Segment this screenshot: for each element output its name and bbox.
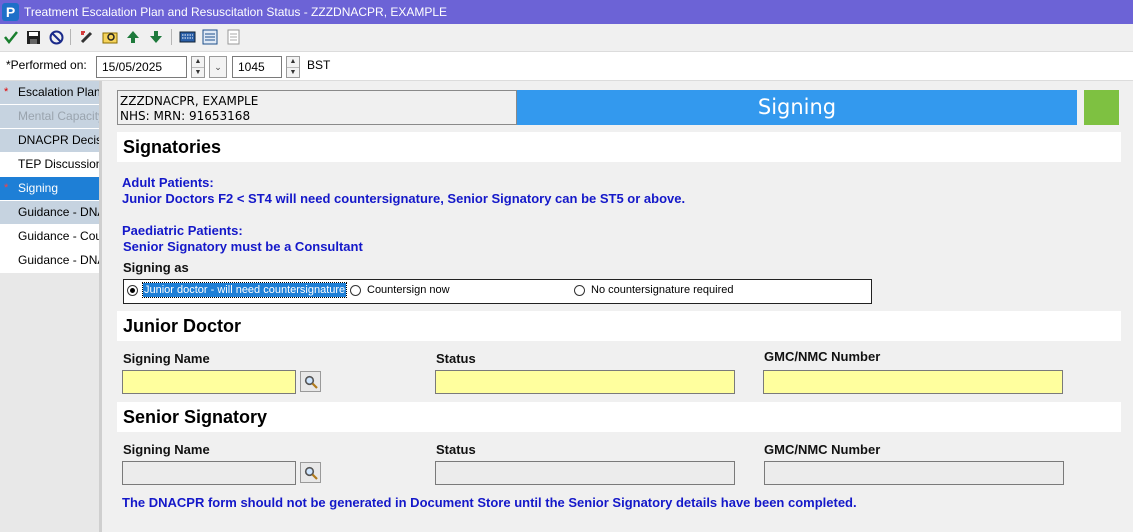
radio-dot: [127, 284, 138, 296]
status-indicator: [1084, 90, 1119, 125]
signing-as-radio-group: Junior doctor - will need countersignatu…: [123, 279, 872, 304]
performed-time-input[interactable]: 1045: [232, 56, 282, 78]
adult-patients-title: Adult Patients:: [122, 175, 214, 190]
adult-patients-text: Junior Doctors F2 < ST4 will need counte…: [122, 191, 686, 206]
document-icon[interactable]: [225, 28, 243, 46]
senior-signing-name-input[interactable]: [122, 461, 296, 485]
junior-gmc-input[interactable]: [763, 370, 1063, 394]
paediatric-patients-text: Senior Signatory must be a Consultant: [123, 239, 363, 254]
patient-name: ZZZDNACPR, EXAMPLE: [120, 94, 259, 108]
radio-countersign-now[interactable]: Countersign now: [350, 283, 451, 297]
junior-doctor-heading: Junior Doctor: [117, 311, 1121, 341]
performed-on-label: *Performed on:: [6, 58, 87, 72]
time-spinner[interactable]: ▲ ▼: [286, 56, 300, 78]
radio-dot: [350, 284, 361, 296]
magnifier-icon: [304, 375, 318, 389]
section-title-banner: Signing: [517, 90, 1077, 125]
junior-lookup-button[interactable]: [300, 371, 321, 392]
performed-date-input[interactable]: 15/05/2025: [96, 56, 187, 78]
signing-as-label: Signing as: [123, 260, 189, 275]
radio-junior-doctor[interactable]: Junior doctor - will need countersignatu…: [127, 282, 348, 298]
radio-dot: [574, 284, 585, 296]
checkmark-icon[interactable]: [2, 28, 20, 46]
magnifier-icon: [304, 466, 318, 480]
senior-gmc-label: GMC/NMC Number: [764, 442, 881, 457]
radio-no-countersignature[interactable]: No countersignature required: [574, 283, 734, 297]
junior-gmc-label: GMC/NMC Number: [764, 349, 881, 364]
sidebar-item-signing[interactable]: * Signing: [0, 177, 99, 201]
up-arrow-icon[interactable]: [124, 28, 142, 46]
senior-status-label: Status: [436, 442, 476, 457]
junior-signing-name-input[interactable]: [122, 370, 296, 394]
patient-banner: ZZZDNACPR, EXAMPLE NHS: MRN: 91653168: [117, 90, 517, 125]
form-icon[interactable]: [201, 28, 219, 46]
sidebar-item-mental-capacity-a: Mental Capacity A: [0, 105, 99, 129]
junior-status-input[interactable]: [435, 370, 735, 394]
date-spinner[interactable]: ▲ ▼: [191, 56, 205, 78]
performed-on-bar: *Performed on: 15/05/2025 ▲ ▼ ⌄ 1045 ▲ ▼ B…: [0, 51, 1133, 81]
sidebar-item-label: Guidance - DNAC: [18, 205, 99, 219]
sidebar-item-label: Mental Capacity A: [18, 109, 99, 123]
timezone-label: BST: [307, 58, 331, 72]
patient-ids: NHS: MRN: 91653168: [120, 109, 251, 123]
title-bar: P Treatment Escalation Plan and Resuscit…: [0, 0, 1133, 24]
required-marker-icon: *: [4, 182, 9, 194]
senior-status-input[interactable]: [435, 461, 735, 485]
sidebar-item-guidance-dnac[interactable]: Guidance - DNAC: [0, 201, 99, 225]
radio-label: Junior doctor - will need countersignatu…: [141, 282, 348, 298]
toolbar: [0, 24, 1133, 51]
main-content: ZZZDNACPR, EXAMPLE NHS: MRN: 91653168 Si…: [105, 81, 1133, 532]
date-dropdown-button[interactable]: ⌄: [209, 56, 227, 78]
senior-signing-name-label: Signing Name: [123, 442, 210, 457]
radio-label: Countersign now: [367, 284, 450, 296]
sidebar-item-label: Signing: [18, 181, 59, 195]
sidebar-item-dnacpr-decisio[interactable]: DNACPR Decisio: [0, 129, 99, 153]
search-folder-icon[interactable]: [101, 28, 119, 46]
senior-lookup-button[interactable]: [300, 462, 321, 483]
junior-signing-name-label: Signing Name: [123, 351, 210, 366]
document-store-warning: The DNACPR form should not be generated …: [122, 495, 857, 510]
window-title: Treatment Escalation Plan and Resuscitat…: [24, 5, 448, 19]
sidebar-item-escalation-plan[interactable]: * Escalation Plan: [0, 81, 99, 105]
senior-gmc-input[interactable]: [764, 461, 1064, 485]
junior-status-label: Status: [436, 351, 476, 366]
app-icon: P: [2, 3, 19, 21]
sidebar-item-label: Guidance - Count: [18, 229, 99, 243]
sidebar-item-guidance-count[interactable]: Guidance - Count: [0, 225, 99, 249]
required-marker-icon: *: [4, 86, 9, 98]
keyboard-icon[interactable]: [178, 28, 196, 46]
sidebar-item-label: DNACPR Decisio: [18, 133, 99, 147]
save-icon[interactable]: [24, 28, 42, 46]
radio-label: No countersignature required: [591, 284, 734, 296]
senior-signatory-heading: Senior Signatory: [117, 402, 1121, 432]
cancel-icon[interactable]: [47, 28, 65, 46]
paediatric-patients-title: Paediatric Patients:: [122, 223, 243, 238]
down-arrow-icon[interactable]: [147, 28, 165, 46]
sidebar: * Escalation Plan Mental Capacity A DNACPR …: [0, 81, 102, 532]
sidebar-item-label: Escalation Plan: [18, 85, 99, 99]
edit-icon[interactable]: [78, 28, 96, 46]
signatories-heading: Signatories: [117, 132, 1121, 162]
sidebar-item-label: TEP Discussion: [18, 157, 99, 171]
sidebar-item-tep-discussion[interactable]: TEP Discussion: [0, 153, 99, 177]
sidebar-item-label: Guidance - DNAC: [18, 253, 99, 267]
sidebar-item-guidance-dnac[interactable]: Guidance - DNAC: [0, 249, 99, 273]
